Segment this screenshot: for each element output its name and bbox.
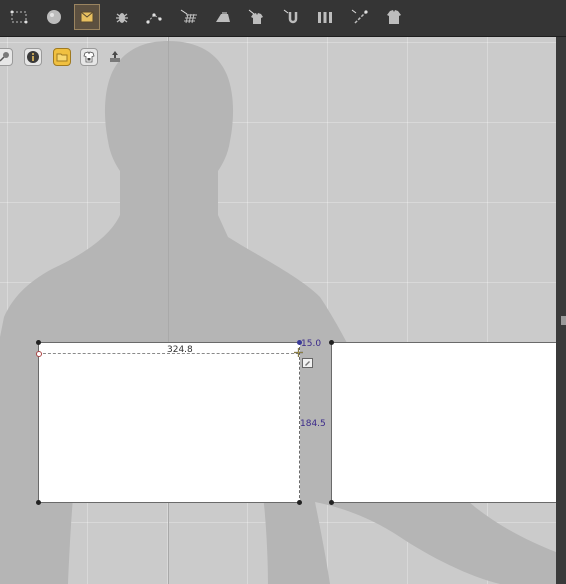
corner-edit-icon[interactable] <box>302 358 313 368</box>
viewport-tool-folder[interactable] <box>53 48 71 66</box>
viewport-tool-shirt-lock[interactable] <box>80 48 98 66</box>
iron-icon <box>216 12 230 22</box>
fold-pattern-tool[interactable] <box>74 4 100 30</box>
iron-tool[interactable] <box>210 4 236 30</box>
viewport-tool-pin[interactable] <box>0 48 13 66</box>
pattern-point[interactable] <box>297 500 302 505</box>
magnet-icon <box>283 9 298 24</box>
segment-select-icon <box>10 10 28 24</box>
pattern-point[interactable] <box>36 351 42 357</box>
pin-icon <box>0 52 9 62</box>
pattern-point[interactable] <box>36 500 41 505</box>
stitch-garment-icon <box>248 9 263 24</box>
columns-tool[interactable] <box>312 4 338 30</box>
segment-select-tool[interactable] <box>6 4 32 30</box>
pattern-point[interactable] <box>329 500 334 505</box>
sphere-icon <box>47 10 61 24</box>
line-edit-tool[interactable] <box>347 4 373 30</box>
pattern-piece-back[interactable] <box>331 342 556 503</box>
folder-icon <box>56 53 68 62</box>
grid-texture-tool[interactable] <box>176 4 202 30</box>
main-toolbar <box>0 0 566 37</box>
offset-dimension-label: 15.0 <box>301 339 322 349</box>
pattern-point[interactable] <box>36 340 41 345</box>
viewport-tool-export[interactable] <box>106 48 124 66</box>
fold-pattern-icon <box>80 11 94 23</box>
viewport-splitter[interactable] <box>556 37 566 584</box>
arrange-points-icon <box>146 13 162 24</box>
3d-viewport[interactable]: 324.8 15.0 184.5 <box>0 37 556 584</box>
splitter-handle[interactable] <box>561 316 566 325</box>
pattern-point[interactable] <box>329 340 334 345</box>
shirt-icon <box>387 10 401 24</box>
stitch-garment-tool[interactable] <box>244 4 270 30</box>
sphere-tool[interactable] <box>41 4 67 30</box>
grid-texture-icon <box>180 9 197 24</box>
shirt-lock-icon <box>83 51 95 63</box>
width-dimension-label: 324.8 <box>167 345 193 355</box>
bug-tool[interactable] <box>109 4 135 30</box>
export-icon <box>110 51 120 62</box>
pattern-piece-front[interactable] <box>38 342 300 503</box>
line-edit-icon <box>351 9 368 24</box>
shirt-tool[interactable] <box>381 4 407 30</box>
height-dimension-label: 184.5 <box>300 419 326 429</box>
columns-icon <box>318 12 332 23</box>
arrange-points-tool[interactable] <box>141 4 167 30</box>
move-cursor-icon <box>294 348 303 357</box>
magnet-tool[interactable] <box>279 4 305 30</box>
viewport-tool-info[interactable] <box>24 48 42 66</box>
info-icon <box>27 51 39 63</box>
bug-tool-icon <box>116 13 128 23</box>
